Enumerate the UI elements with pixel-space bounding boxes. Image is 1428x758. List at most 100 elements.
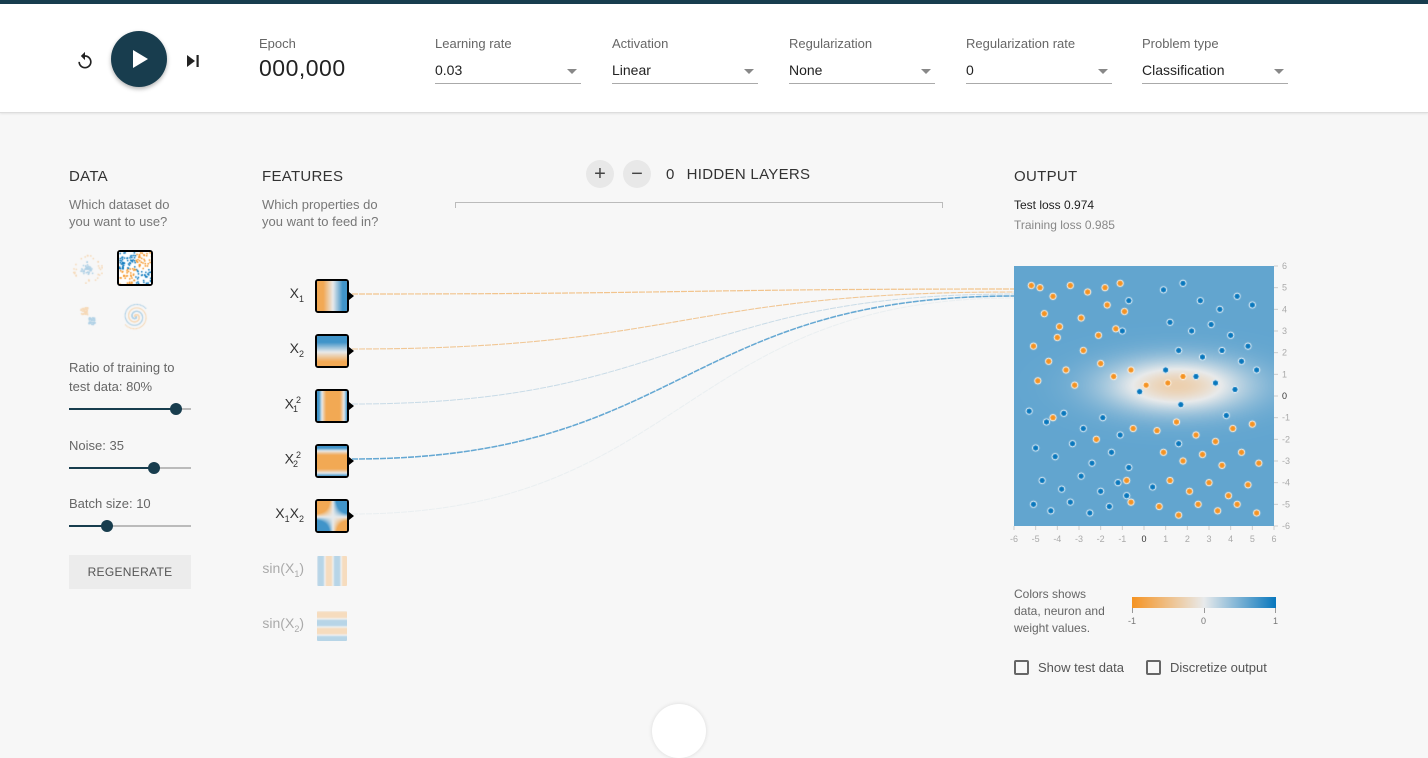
feature-thumbnail: [317, 336, 347, 366]
slider-thumb[interactable]: [148, 462, 161, 474]
feature-x2sq: X 22: [250, 444, 354, 480]
ratio-slider[interactable]: [69, 402, 191, 416]
y-tick-label: -2: [1282, 434, 1290, 444]
activation-dropdown[interactable]: Activation Linear: [612, 36, 758, 84]
feature-subscript: 1: [298, 293, 304, 304]
x-tick-label: -4: [1053, 534, 1061, 544]
training-loss: Training loss 0.985: [1014, 218, 1115, 232]
feature-output-connector: [349, 512, 354, 520]
step-forward-button[interactable]: [182, 48, 204, 74]
problem-type-value: Classification: [1142, 62, 1225, 78]
regularization-rate-select[interactable]: 0: [966, 60, 1112, 84]
link-x1sq-to-output[interactable]: [351, 293, 1015, 405]
output-section-title: OUTPUT: [1014, 168, 1078, 185]
output-heatmap: [1014, 266, 1274, 526]
regularization-dropdown[interactable]: Regularization None: [789, 36, 935, 84]
feature-label-text: X: [289, 340, 299, 356]
link-x2-to-output[interactable]: [351, 291, 1015, 350]
add-layer-button[interactable]: +: [586, 160, 614, 188]
x-tick-label: 3: [1206, 534, 1211, 544]
regularization-rate-dropdown[interactable]: Regularization rate 0: [966, 36, 1112, 84]
y-tick-label: 3: [1282, 326, 1287, 336]
feature-thumbnail: [317, 501, 347, 531]
feature-toggle[interactable]: [315, 554, 349, 588]
play-button[interactable]: [111, 31, 167, 87]
link-x2sq-to-output[interactable]: [351, 295, 1015, 460]
top-control-bar: Epoch 000,000 Learning rate 0.03 Activat…: [0, 4, 1428, 113]
regularization-rate-value: 0: [966, 62, 974, 78]
regularization-label: Regularization: [789, 36, 873, 51]
feature-label-text: X: [275, 505, 285, 521]
reset-button[interactable]: [72, 48, 98, 74]
feature-toggle[interactable]: [315, 279, 349, 313]
x-tick-label: 6: [1271, 534, 1276, 544]
features-subtitle-line: Which properties do: [262, 197, 378, 212]
hidden-layers-label: HIDDEN LAYERS: [686, 165, 811, 183]
feature-toggle[interactable]: [315, 499, 349, 533]
chevron-down-icon: [1098, 69, 1108, 74]
show-test-data-checkbox[interactable]: Show test data: [1014, 660, 1124, 675]
feature-subscript: 2: [298, 348, 304, 359]
noise-slider-block: Noise: 35: [69, 436, 191, 475]
feature-toggle[interactable]: [315, 609, 349, 643]
slider-fill: [69, 408, 176, 410]
problem-type-dropdown[interactable]: Problem type Classification: [1142, 36, 1288, 84]
x-tick-label: 4: [1228, 534, 1233, 544]
y-tick-label: 4: [1282, 304, 1287, 314]
data-section-subtitle: Which dataset do you want to use?: [69, 196, 169, 230]
batch-slider-block: Batch size: 10: [69, 494, 191, 533]
dataset-xor-thumbnail: [119, 252, 151, 284]
feature-output-connector: [349, 292, 354, 300]
feature-label: X1: [290, 285, 304, 304]
learning-rate-select[interactable]: 0.03: [435, 60, 581, 84]
bottom-floating-button[interactable]: [652, 704, 706, 758]
chevron-down-icon: [567, 69, 577, 74]
x-tick-label: -3: [1075, 534, 1083, 544]
feature-label-text: sin(X: [262, 615, 295, 631]
feature-toggle[interactable]: [315, 334, 349, 368]
feature-thumbnail: [317, 446, 347, 476]
batch-size-label: Batch size: 10: [69, 496, 151, 511]
chevron-down-icon: [1274, 69, 1284, 74]
x-tick-label: -2: [1097, 534, 1105, 544]
x-tick-label: 2: [1185, 534, 1190, 544]
dataset-spiral[interactable]: [117, 298, 153, 334]
discretize-output-checkbox[interactable]: Discretize output: [1146, 660, 1267, 675]
activation-select[interactable]: Linear: [612, 60, 758, 84]
data-section-title: DATA: [69, 168, 108, 185]
dataset-gaussian[interactable]: [69, 298, 105, 334]
activation-label: Activation: [612, 36, 669, 51]
learning-rate-label: Learning rate: [435, 36, 512, 51]
activation-value: Linear: [612, 62, 651, 78]
slider-thumb[interactable]: [169, 403, 182, 415]
link-x1x2-to-output[interactable]: [351, 297, 1015, 515]
checkbox-box[interactable]: [1146, 660, 1161, 675]
play-icon: [133, 50, 148, 68]
x-tick-label: 1: [1163, 534, 1168, 544]
batch-size-slider[interactable]: [69, 519, 191, 533]
dataset-circle[interactable]: [69, 250, 105, 286]
feature-label: X 22: [285, 450, 304, 469]
feature-toggle[interactable]: [315, 389, 349, 423]
discretize-output-label: Discretize output: [1170, 660, 1267, 675]
regularization-select[interactable]: None: [789, 60, 935, 84]
feature-label: sin(X2): [262, 615, 304, 634]
remove-layer-button[interactable]: −: [623, 160, 651, 188]
feature-subscript: 2: [298, 513, 304, 524]
ratio-value-label: test data: 80%: [69, 379, 153, 394]
plus-icon: +: [594, 162, 606, 185]
color-scale-label: -1: [1128, 616, 1137, 626]
slider-thumb[interactable]: [100, 520, 113, 532]
problem-type-select[interactable]: Classification: [1142, 60, 1288, 84]
dataset-xor[interactable]: [117, 250, 153, 286]
x-tick-label: 0: [1141, 534, 1146, 544]
feature-toggle[interactable]: [315, 444, 349, 478]
checkbox-box[interactable]: [1014, 660, 1029, 675]
feature-label-close: ): [299, 615, 304, 631]
link-x1-to-output[interactable]: [351, 288, 1015, 295]
feature-output-connector: [349, 457, 354, 465]
regenerate-button[interactable]: REGENERATE: [69, 555, 191, 589]
noise-slider[interactable]: [69, 461, 191, 475]
test-loss: Test loss 0.974: [1014, 198, 1095, 212]
learning-rate-dropdown[interactable]: Learning rate 0.03: [435, 36, 581, 84]
